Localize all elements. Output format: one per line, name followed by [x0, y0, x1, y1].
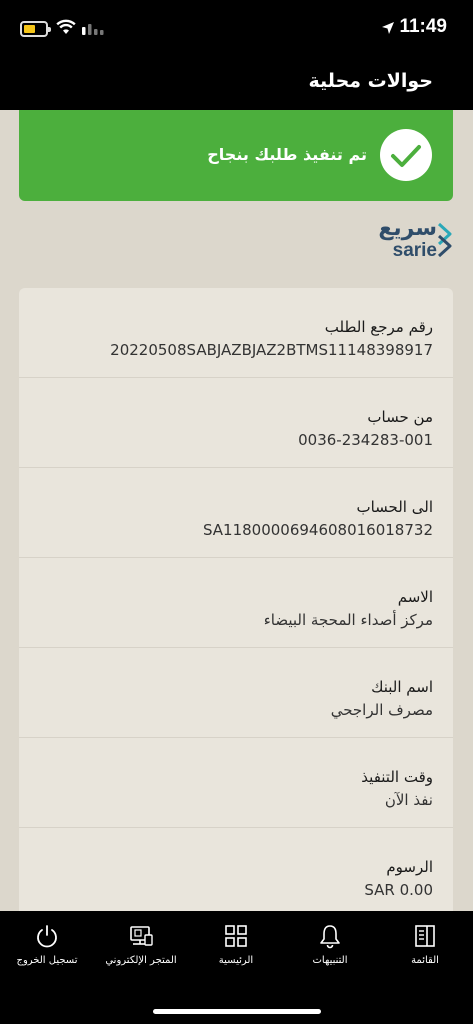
- status-time: 11:49: [399, 16, 447, 37]
- page-title: حوالات محلية: [308, 70, 433, 92]
- detail-value: SA1180000694608016018732: [202, 521, 433, 539]
- nav-label: تسجيل الخروج: [16, 955, 78, 966]
- detail-label: رقم مرجع الطلب: [324, 318, 433, 336]
- battery-icon: [20, 21, 51, 37]
- detail-label: من حساب: [367, 408, 433, 426]
- detail-label: الى الحساب: [356, 498, 433, 516]
- detail-row-reference: رقم مرجع الطلب 20220508SABJAZBJAZ2BTMS11…: [19, 288, 453, 378]
- signal-icon: [82, 24, 104, 35]
- nav-e-store[interactable]: المتجر الإلكتروني: [94, 923, 188, 983]
- store-icon: [130, 926, 153, 946]
- detail-row-bank-name: اسم البنك مصرف الراجحي: [19, 648, 453, 738]
- detail-row-fees: الرسوم SAR 0.00: [19, 828, 453, 911]
- logo-arabic: سريع: [378, 216, 437, 241]
- wifi-icon: [56, 19, 76, 34]
- detail-row-name: الاسم مركز أصداء المحجة البيضاء: [19, 558, 453, 648]
- app-header: حوالات محلية: [0, 58, 473, 110]
- detail-label: الرسوم: [386, 858, 433, 876]
- detail-row-to-account: الى الحساب SA1180000694608016018732: [19, 468, 453, 558]
- transfer-details-card: رقم مرجع الطلب 20220508SABJAZBJAZ2BTMS11…: [19, 288, 453, 911]
- power-icon: [37, 925, 57, 948]
- detail-row-from-account: من حساب 0036-234283-001: [19, 378, 453, 468]
- detail-value: مركز أصداء المحجة البيضاء: [263, 611, 433, 629]
- nav-logout[interactable]: تسجيل الخروج: [0, 923, 94, 983]
- detail-row-execution-time: وقت التنفيذ نفذ الآن: [19, 738, 453, 828]
- bottom-nav: تسجيل الخروج المتجر الإلكتروني الرئيسية …: [0, 911, 473, 1024]
- check-icon: [380, 129, 432, 181]
- grid-icon: [225, 925, 247, 947]
- home-indicator[interactable]: [153, 1009, 321, 1014]
- detail-value: SAR 0.00: [364, 881, 433, 899]
- detail-label: الاسم: [397, 588, 433, 606]
- nav-label: المتجر الإلكتروني: [105, 955, 177, 966]
- detail-label: وقت التنفيذ: [361, 768, 433, 786]
- detail-value: مصرف الراجحي: [330, 701, 433, 719]
- detail-value: 20220508SABJAZBJAZ2BTMS11148398917: [110, 341, 433, 359]
- detail-value: نفذ الآن: [384, 791, 433, 809]
- nav-label: التنبيهات: [312, 955, 348, 966]
- nav-home[interactable]: الرئيسية: [189, 923, 283, 983]
- detail-value: 0036-234283-001: [298, 431, 433, 449]
- logo-latin: sarie: [392, 240, 437, 261]
- sarie-logo: سريع sarie: [378, 216, 453, 264]
- nav-label: القائمة: [411, 955, 439, 966]
- success-message: تم تنفيذ طلبك بنجاح: [207, 145, 367, 164]
- main-content[interactable]: تم تنفيذ طلبك بنجاح سريع sarie رقم مرجع …: [0, 110, 473, 911]
- nav-menu[interactable]: القائمة: [378, 923, 472, 983]
- menu-icon: [415, 925, 435, 947]
- sarie-mark-icon: [437, 222, 452, 258]
- detail-label: اسم البنك: [371, 678, 433, 696]
- status-bar: 11:49: [0, 0, 473, 58]
- location-arrow-icon: [382, 22, 394, 34]
- bell-icon: [320, 925, 340, 949]
- nav-notifications[interactable]: التنبيهات: [283, 923, 377, 983]
- nav-label: الرئيسية: [218, 955, 254, 966]
- success-banner: تم تنفيذ طلبك بنجاح: [19, 110, 453, 201]
